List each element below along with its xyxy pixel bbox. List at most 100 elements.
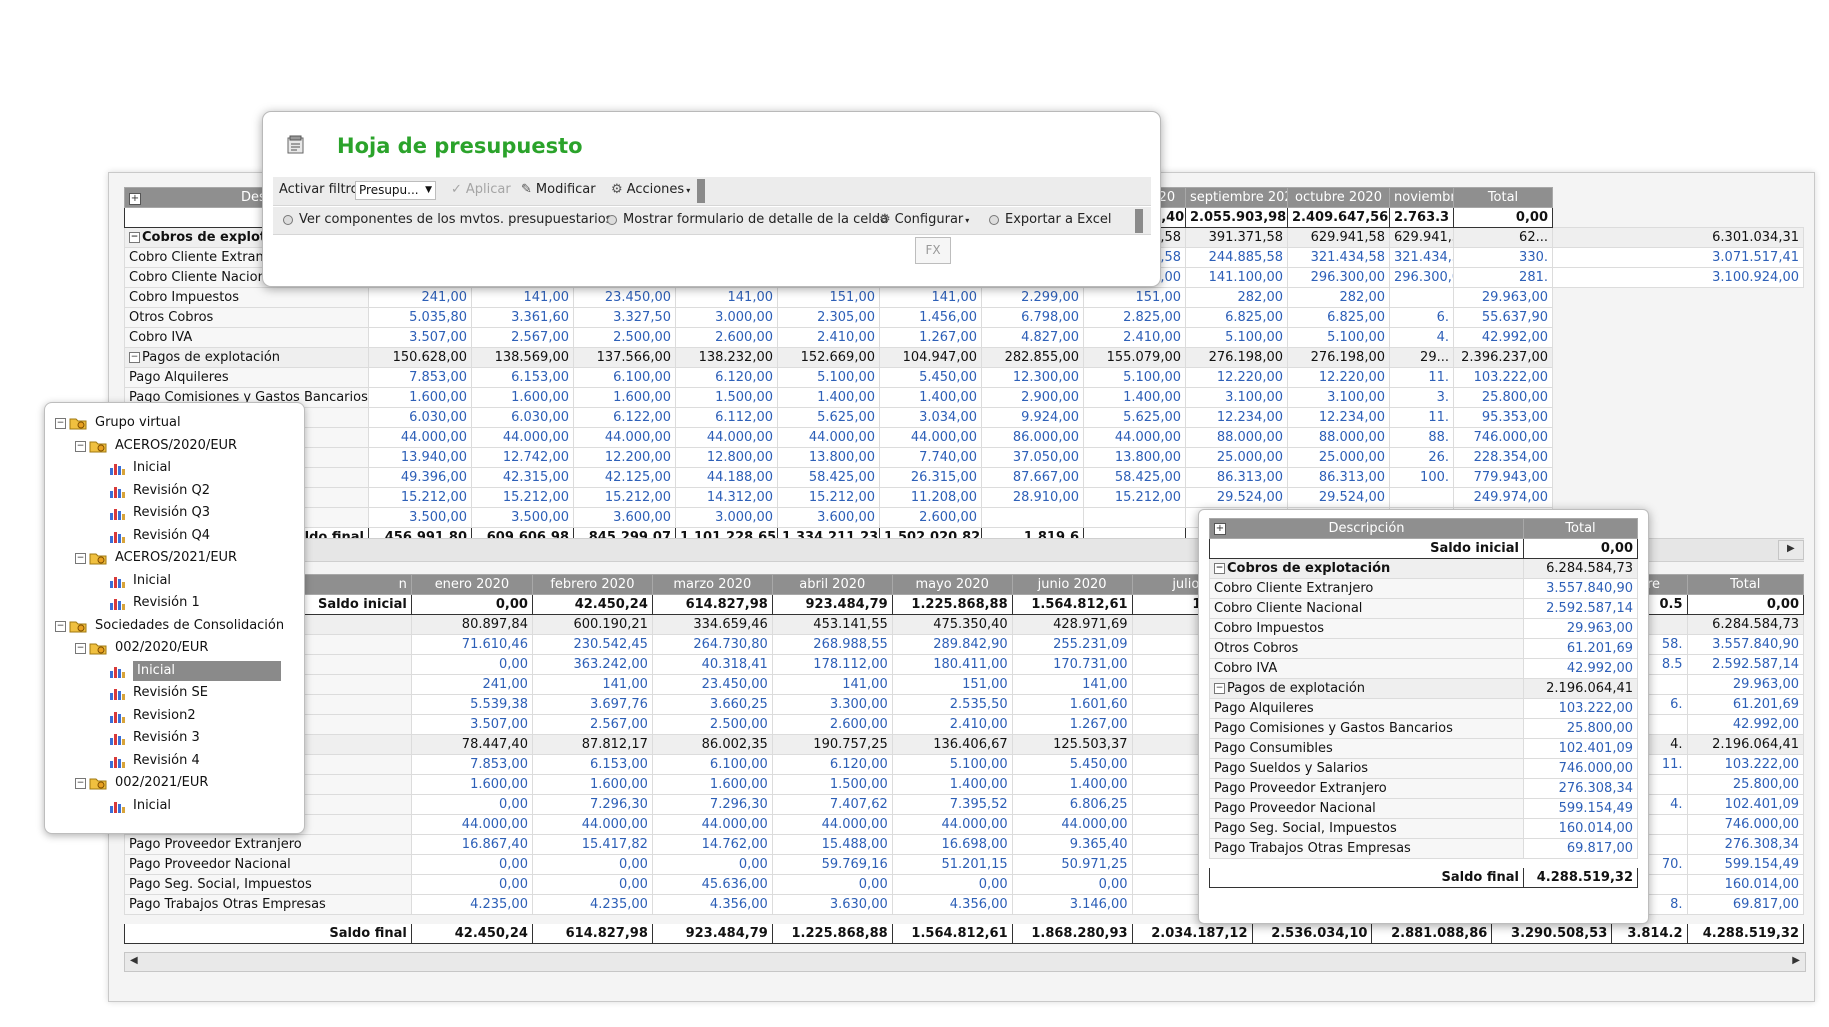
table-cell[interactable]: 475.350,40: [891, 614, 1013, 635]
table-cell[interactable]: 15.212,00: [573, 487, 676, 508]
table-cell[interactable]: 88.000,00: [1185, 427, 1288, 448]
table-cell[interactable]: 2.592.587,14: [1686, 654, 1804, 675]
table-cell[interactable]: 12.300,00: [981, 367, 1084, 388]
table-cell[interactable]: 42.315,00: [471, 467, 574, 488]
month-header[interactable]: septiembre 2020: [1185, 187, 1288, 208]
collapse-icon[interactable]: −: [129, 352, 140, 363]
table-cell[interactable]: 151,00: [891, 674, 1013, 695]
table-cell[interactable]: 13.940,00: [368, 447, 472, 468]
month-header[interactable]: Total: [1453, 187, 1553, 208]
table-cell[interactable]: 12.234,00: [1185, 407, 1288, 428]
table-cell[interactable]: 4.827,00: [981, 327, 1084, 348]
table-cell[interactable]: 136.406,67: [891, 734, 1013, 755]
table-cell[interactable]: 7.395,52: [891, 794, 1013, 815]
table-cell[interactable]: 29.963,00: [1686, 674, 1804, 695]
expand-icon[interactable]: +: [1214, 523, 1226, 535]
table-cell[interactable]: 3.557.840,90: [1686, 634, 1804, 655]
table-cell[interactable]: 44.000,00: [771, 814, 893, 835]
table-cell[interactable]: 44.000,00: [410, 814, 533, 835]
table-cell[interactable]: 15.212,00: [1083, 487, 1186, 508]
table-cell[interactable]: 334.659,46: [651, 614, 773, 635]
table-cell[interactable]: 100.: [1389, 467, 1454, 488]
table-cell[interactable]: 3.630,00: [771, 894, 893, 915]
table-cell[interactable]: 141,00: [771, 674, 893, 695]
table-cell[interactable]: 13.800,00: [1083, 447, 1186, 468]
horizontal-scrollbar-top[interactable]: ▶: [1778, 540, 1804, 560]
table-cell[interactable]: 2.299,00: [981, 287, 1084, 308]
table-cell[interactable]: 5.100,00: [891, 754, 1013, 775]
initial-balance-cell[interactable]: 923.484,79: [771, 594, 893, 615]
table-cell[interactable]: 178.112,00: [771, 654, 893, 675]
table-cell[interactable]: 44.000,00: [471, 427, 574, 448]
table-cell[interactable]: 42.992,00: [1453, 327, 1553, 348]
total-header[interactable]: Total: [1523, 518, 1638, 539]
table-cell[interactable]: 11.: [1389, 367, 1454, 388]
table-cell[interactable]: 9.365,40: [1011, 834, 1133, 855]
table-cell[interactable]: 3.697,76: [531, 694, 653, 715]
table-cell[interactable]: 170.731,00: [1011, 654, 1133, 675]
table-cell[interactable]: 746.000,00: [1453, 427, 1553, 448]
initial-balance-cell[interactable]: 1.564.812,61: [1011, 594, 1133, 615]
tree-node-version[interactable]: Revision2: [133, 706, 196, 726]
table-cell[interactable]: 281.: [1453, 267, 1553, 288]
table-cell[interactable]: 2.305,00: [777, 307, 880, 328]
table-cell[interactable]: 5.625,00: [1083, 407, 1186, 428]
table-cell[interactable]: 2.567,00: [471, 327, 574, 348]
table-cell[interactable]: 86.000,00: [981, 427, 1084, 448]
table-cell[interactable]: 58.425,00: [1083, 467, 1186, 488]
table-cell[interactable]: 0,00: [1011, 874, 1133, 895]
collapse-icon[interactable]: −: [129, 232, 140, 243]
modify-button[interactable]: ✎ Modificar: [521, 177, 596, 203]
final-balance-value[interactable]: 4.288.519,32: [1523, 867, 1638, 888]
table-cell[interactable]: 1.600,00: [368, 387, 472, 408]
table-cell[interactable]: 6.122,00: [573, 407, 676, 428]
month-header[interactable]: marzo 2020: [651, 574, 773, 595]
horizontal-scrollbar-bottom[interactable]: ◀ ▶: [124, 952, 1806, 972]
table-cell[interactable]: 276.198,00: [1287, 347, 1390, 368]
table-cell[interactable]: 51.201,15: [891, 854, 1013, 875]
table-cell[interactable]: 86.313,00: [1287, 467, 1390, 488]
initial-balance-cell[interactable]: 0,00: [410, 594, 533, 615]
table-cell[interactable]: 160.014,00: [1686, 874, 1804, 895]
table-cell[interactable]: 3.100,00: [1185, 387, 1288, 408]
tree-node-version[interactable]: Inicial: [133, 458, 171, 478]
apply-button[interactable]: ✓ Aplicar: [451, 177, 511, 203]
table-cell[interactable]: 255.231,09: [1011, 634, 1133, 655]
table-cell[interactable]: 2.600,00: [771, 714, 893, 735]
month-header[interactable]: febrero 2020: [531, 574, 653, 595]
table-cell[interactable]: 44.000,00: [675, 427, 778, 448]
table-cell[interactable]: 2.500,00: [573, 327, 676, 348]
tree-node-version[interactable]: Revisión 1: [133, 593, 200, 613]
table-cell[interactable]: 2.500,00: [651, 714, 773, 735]
month-header[interactable]: noviembre: [1389, 187, 1454, 208]
toolbar-overflow-handle[interactable]: [1135, 209, 1143, 233]
table-cell[interactable]: 104.947,00: [879, 347, 982, 368]
table-cell[interactable]: 160.014,00: [1523, 818, 1638, 839]
table-cell[interactable]: 6.153,00: [531, 754, 653, 775]
table-cell[interactable]: 86.313,00: [1185, 467, 1288, 488]
table-cell[interactable]: 5.450,00: [1011, 754, 1133, 775]
table-cell[interactable]: 363.242,00: [531, 654, 653, 675]
final-balance-cell[interactable]: 1.868.280,93: [1011, 923, 1133, 944]
table-cell[interactable]: 0,00: [531, 874, 653, 895]
tree-node-group[interactable]: ACEROS/2020/EUR: [115, 436, 237, 456]
table-cell[interactable]: [981, 507, 1084, 528]
table-cell[interactable]: 2.409.647,56: [1287, 207, 1390, 228]
table-cell[interactable]: 29.524,00: [1185, 487, 1288, 508]
expand-icon[interactable]: +: [129, 193, 141, 205]
table-cell[interactable]: 44.000,00: [879, 427, 982, 448]
table-cell[interactable]: 3.146,00: [1011, 894, 1133, 915]
table-cell[interactable]: 3.500,00: [471, 507, 574, 528]
table-cell[interactable]: 4.356,00: [651, 894, 773, 915]
table-cell[interactable]: 45.636,00: [651, 874, 773, 895]
tree-node-version[interactable]: Inicial: [133, 796, 171, 816]
table-cell[interactable]: 3.507,00: [410, 714, 533, 735]
table-cell[interactable]: 5.035,80: [368, 307, 472, 328]
table-cell[interactable]: 40.318,41: [651, 654, 773, 675]
table-cell[interactable]: 3.361,60: [471, 307, 574, 328]
table-cell[interactable]: 44.000,00: [1083, 427, 1186, 448]
table-cell[interactable]: 7.853,00: [368, 367, 472, 388]
tree-node-version[interactable]: Revisión Q3: [133, 503, 210, 523]
table-cell[interactable]: 5.539,38: [410, 694, 533, 715]
table-cell[interactable]: 3.300,00: [771, 694, 893, 715]
